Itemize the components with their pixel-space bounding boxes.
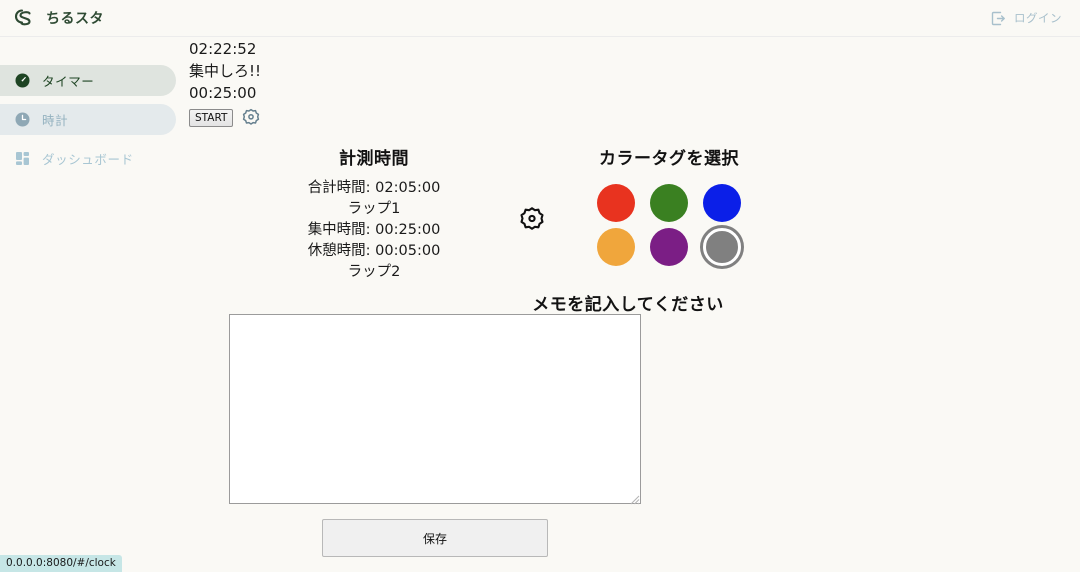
colortag-swatch-grid <box>564 181 774 269</box>
measure-focus-time: 集中時間: 00:25:00 <box>307 222 441 238</box>
start-button[interactable]: START <box>189 109 234 127</box>
color-swatch-orange[interactable] <box>597 228 635 266</box>
swatch-cell <box>696 181 748 225</box>
colortag-panel: カラータグを選択 <box>564 144 774 269</box>
gear-icon[interactable] <box>241 108 261 128</box>
swatch-cell <box>590 225 642 269</box>
timer-elapsed: 02:22:52 <box>189 40 257 58</box>
save-button[interactable]: 保存 <box>322 519 548 557</box>
color-swatch-green[interactable] <box>650 184 688 222</box>
timer-message: 集中しろ!! <box>189 62 262 80</box>
color-swatch-purple[interactable] <box>650 228 688 266</box>
swatch-cell <box>643 181 695 225</box>
app-header: ちるスタ ログイン <box>0 0 1080 37</box>
sidebar: タイマー 時計 ダッシュボード <box>0 37 176 572</box>
clock-icon <box>14 111 31 128</box>
measure-break-time: 休憩時間: 00:05:00 <box>307 243 441 259</box>
timer-controls: START <box>189 108 449 128</box>
swatch-cell <box>590 181 642 225</box>
measure-lap-1: ラップ1 <box>347 201 401 217</box>
color-swatch-blue[interactable] <box>703 184 741 222</box>
timer-panel: 02:22:52 集中しろ!! 00:25:00 START <box>189 38 449 128</box>
brand[interactable]: ちるスタ <box>10 5 104 31</box>
status-bar-url: 0.0.0.0:8080/#/clock <box>0 555 122 572</box>
measure-lap-2: ラップ2 <box>347 264 401 280</box>
measure-panel: 計測時間 合計時間: 02:05:00 ラップ1 集中時間: 00:25:00 … <box>248 144 500 283</box>
cs-logo-icon <box>10 5 36 31</box>
login-button[interactable]: ログイン <box>990 10 1062 27</box>
sidebar-item-label: 時計 <box>42 113 69 128</box>
dashboard-grid-icon <box>14 150 31 167</box>
timer-countdown: 00:25:00 <box>189 84 257 102</box>
sidebar-item-label: ダッシュボード <box>42 152 134 167</box>
memo-title: メモを記入してください <box>532 295 724 315</box>
swatch-cell <box>643 225 695 269</box>
memo-input[interactable] <box>229 314 641 504</box>
login-arrow-icon <box>990 10 1007 27</box>
colortag-title: カラータグを選択 <box>599 149 739 169</box>
timer-clock-icon <box>14 72 31 89</box>
swatch-cell <box>696 225 748 269</box>
color-swatch-red[interactable] <box>597 184 635 222</box>
measure-total-time: 合計時間: 02:05:00 <box>307 180 441 196</box>
brand-name: ちるスタ <box>46 11 104 27</box>
login-label: ログイン <box>1014 11 1062 25</box>
sidebar-item-timer[interactable]: タイマー <box>0 65 176 96</box>
sidebar-item-label: タイマー <box>42 74 95 89</box>
measure-title: 計測時間 <box>339 149 409 169</box>
sidebar-item-dashboard[interactable]: ダッシュボード <box>0 143 176 174</box>
color-swatch-gray[interactable] <box>703 228 741 266</box>
sidebar-item-clock[interactable]: 時計 <box>0 104 176 135</box>
measure-colortag-row: 計測時間 合計時間: 02:05:00 ラップ1 集中時間: 00:25:00 … <box>176 144 1080 283</box>
measure-settings-wrap <box>500 144 564 234</box>
gear-icon[interactable] <box>518 206 546 234</box>
